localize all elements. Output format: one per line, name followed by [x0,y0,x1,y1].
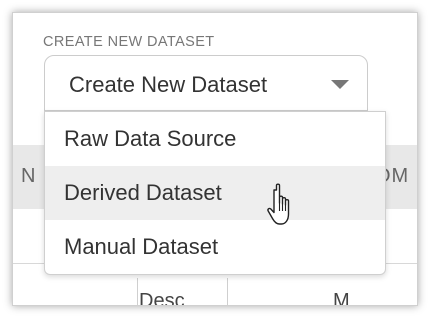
caret-down-icon[interactable] [331,80,349,89]
table-header-fragment-left: N [21,165,37,187]
menu-item-label: Manual Dataset [64,234,219,259]
column-divider [137,278,138,305]
create-dataset-label: CREATE NEW DATASET [43,34,215,50]
create-dataset-select[interactable]: Create New Dataset [44,55,368,111]
menu-item-label: Derived Dataset [64,180,222,205]
table-cell-fragment: M [333,290,350,306]
dataset-type-menu: Raw Data Source Derived Dataset Manual D… [44,111,386,275]
menu-item-raw-data-source[interactable]: Raw Data Source [45,112,385,166]
menu-item-label: Raw Data Source [64,126,237,151]
select-current-value: Create New Dataset [69,72,268,97]
panel-frame: N OM Desc M CREATE NEW DATASET Create Ne… [12,12,418,306]
column-divider [227,278,228,305]
hand-pointer-icon [267,183,290,225]
table-cell-fragment: Desc [139,290,185,306]
menu-item-derived-dataset[interactable]: Derived Dataset [45,166,385,220]
menu-item-manual-dataset[interactable]: Manual Dataset [45,220,385,274]
